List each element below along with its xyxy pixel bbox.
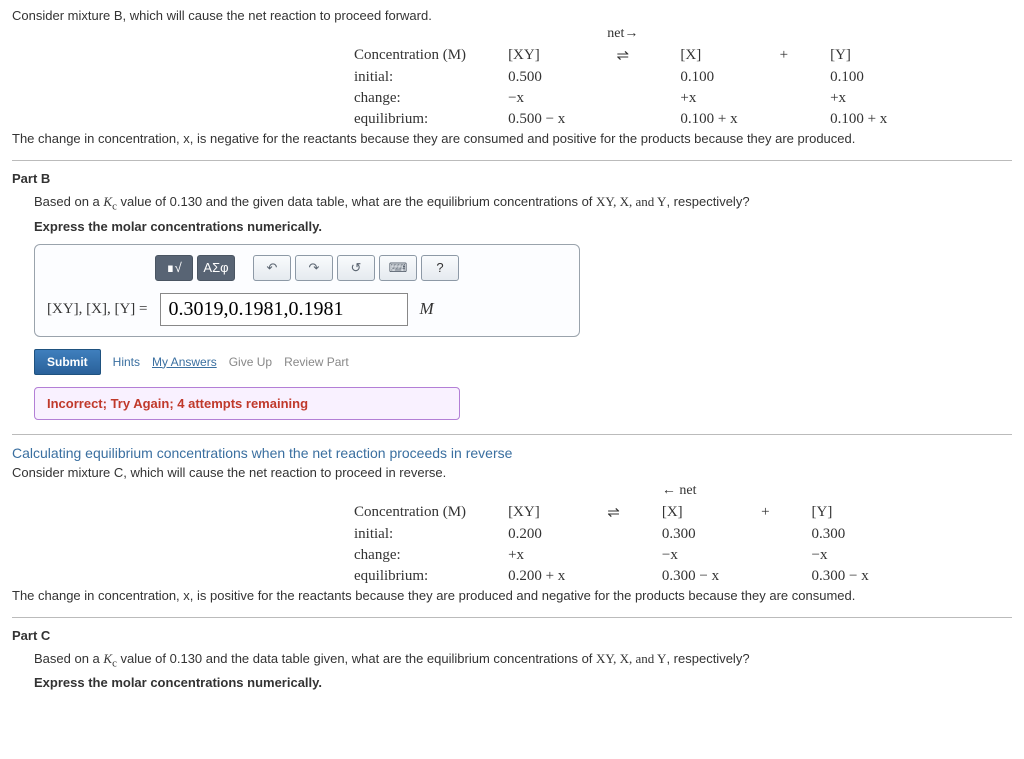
reset-button[interactable]: ↺ bbox=[337, 255, 375, 281]
answer-input[interactable] bbox=[160, 293, 408, 326]
answer-box: ∎√ ΑΣφ ↶ ↷ ↺ ⌨ ? [XY], [X], [Y] = M bbox=[34, 244, 580, 337]
b-change-xy: −x bbox=[488, 89, 585, 108]
ice-table-c: ← net Concentration (M) [XY] ⇌ [X] + [Y]… bbox=[332, 480, 891, 588]
header-concentration: Concentration (M) bbox=[334, 45, 486, 66]
net-arrow-forward: net→ bbox=[587, 25, 658, 43]
answer-unit: M bbox=[420, 299, 434, 319]
section-reverse-heading[interactable]: Calculating equilibrium concentrations w… bbox=[12, 445, 1012, 461]
templates-button[interactable]: ∎√ bbox=[155, 255, 193, 281]
row-initial-label: initial: bbox=[334, 525, 486, 544]
header-concentration: Concentration (M) bbox=[334, 502, 486, 523]
b-eq-x: 0.100 + x bbox=[660, 110, 757, 129]
c-change-x: −x bbox=[642, 546, 739, 565]
intro-text-b: Consider mixture B, which will cause the… bbox=[12, 8, 1012, 23]
give-up-link[interactable]: Give Up bbox=[229, 355, 272, 369]
part-b-instruction: Express the molar concentrations numeric… bbox=[34, 219, 1012, 234]
c-eq-x: 0.300 − x bbox=[642, 567, 739, 586]
redo-button[interactable]: ↷ bbox=[295, 255, 333, 281]
b-initial-x: 0.100 bbox=[660, 68, 757, 87]
c-eq-xy: 0.200 + x bbox=[488, 567, 585, 586]
row-equilibrium-label: equilibrium: bbox=[334, 110, 486, 129]
my-answers-link[interactable]: My Answers bbox=[152, 355, 217, 369]
part-c-instruction: Express the molar concentrations numeric… bbox=[34, 675, 1012, 690]
submit-button[interactable]: Submit bbox=[34, 349, 101, 375]
hints-link[interactable]: Hints bbox=[113, 355, 140, 369]
c-change-xy: +x bbox=[488, 546, 585, 565]
row-initial-label: initial: bbox=[334, 68, 486, 87]
part-c-question: Based on a Kc value of 0.130 and the dat… bbox=[34, 651, 1012, 670]
separator bbox=[12, 160, 1012, 161]
part-b-question: Based on a Kc value of 0.130 and the giv… bbox=[34, 194, 1012, 213]
b-initial-xy: 0.500 bbox=[488, 68, 585, 87]
c-change-y: −x bbox=[792, 546, 889, 565]
b-initial-y: 0.100 bbox=[810, 68, 907, 87]
ice-table-b: net→ Concentration (M) [XY] ⇌ [X] + [Y] … bbox=[332, 23, 909, 131]
col-y: [Y] bbox=[810, 45, 907, 66]
undo-button[interactable]: ↶ bbox=[253, 255, 291, 281]
col-equilibrium-arrow: ⇌ bbox=[587, 45, 658, 66]
b-eq-xy: 0.500 − x bbox=[488, 110, 585, 129]
feedback-box: Incorrect; Try Again; 4 attempts remaini… bbox=[34, 387, 460, 420]
row-change-label: change: bbox=[334, 546, 486, 565]
c-initial-y: 0.300 bbox=[792, 525, 889, 544]
c-eq-y: 0.300 − x bbox=[792, 567, 889, 586]
row-change-label: change: bbox=[334, 89, 486, 108]
row-equilibrium-label: equilibrium: bbox=[334, 567, 486, 586]
note-b: The change in concentration, x, is negat… bbox=[12, 131, 1012, 146]
col-x: [X] bbox=[642, 502, 739, 523]
col-equilibrium-arrow: ⇌ bbox=[587, 502, 640, 523]
help-button[interactable]: ? bbox=[421, 255, 459, 281]
answer-toolbar: ∎√ ΑΣφ ↶ ↷ ↺ ⌨ ? bbox=[47, 255, 567, 281]
part-c-heading: Part C bbox=[12, 628, 1012, 643]
net-arrow-reverse: ← net bbox=[642, 482, 739, 500]
col-xy: [XY] bbox=[488, 45, 585, 66]
col-plus: + bbox=[760, 45, 808, 66]
col-xy: [XY] bbox=[488, 502, 585, 523]
separator bbox=[12, 617, 1012, 618]
note-c: The change in concentration, x, is posit… bbox=[12, 588, 1012, 603]
answer-label: [XY], [X], [Y] = bbox=[47, 301, 148, 318]
col-y: [Y] bbox=[792, 502, 889, 523]
greek-button[interactable]: ΑΣφ bbox=[197, 255, 235, 281]
col-plus: + bbox=[741, 502, 789, 523]
separator bbox=[12, 434, 1012, 435]
b-change-x: +x bbox=[660, 89, 757, 108]
keyboard-button[interactable]: ⌨ bbox=[379, 255, 417, 281]
intro-text-c: Consider mixture C, which will cause the… bbox=[12, 465, 1012, 480]
action-row: Submit Hints My Answers Give Up Review P… bbox=[34, 349, 1012, 375]
part-b-heading: Part B bbox=[12, 171, 1012, 186]
col-x: [X] bbox=[660, 45, 757, 66]
review-part-link[interactable]: Review Part bbox=[284, 355, 349, 369]
b-change-y: +x bbox=[810, 89, 907, 108]
b-eq-y: 0.100 + x bbox=[810, 110, 907, 129]
c-initial-x: 0.300 bbox=[642, 525, 739, 544]
c-initial-xy: 0.200 bbox=[488, 525, 585, 544]
